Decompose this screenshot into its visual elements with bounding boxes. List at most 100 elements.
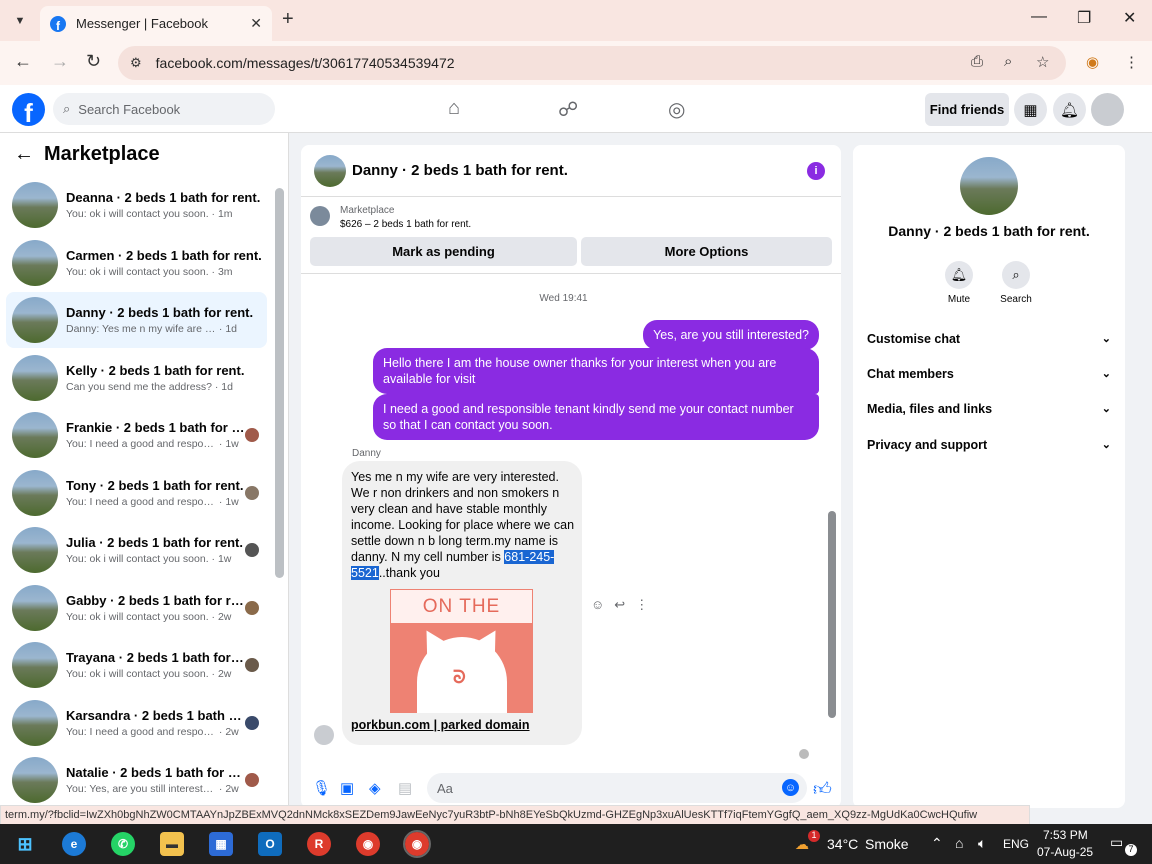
chrome-icon[interactable]: ◉ bbox=[356, 832, 380, 856]
new-tab-icon[interactable]: + bbox=[282, 8, 294, 31]
volume-icon[interactable]: 🔈︎ bbox=[978, 835, 986, 852]
maximize-icon[interactable]: ❐ bbox=[1077, 8, 1091, 28]
clock-time[interactable]: 7:53 PM bbox=[1043, 828, 1088, 842]
menu-grid-icon[interactable]: ▦ bbox=[1014, 93, 1047, 126]
chrome-active-icon[interactable]: ◉ bbox=[403, 830, 431, 858]
link-preview-title[interactable]: porkbun.com | parked domain bbox=[351, 718, 530, 732]
info-icon[interactable]: i bbox=[807, 162, 825, 180]
more-actions-icon[interactable]: ⋮ bbox=[635, 597, 648, 613]
conversation-preview: You: ok i will contact you soon. bbox=[66, 610, 209, 623]
windows-start-icon[interactable]: ⊞ bbox=[13, 832, 37, 856]
facebook-logo-icon[interactable]: f bbox=[12, 93, 45, 126]
whatsapp-icon[interactable]: ✆ bbox=[111, 832, 135, 856]
incoming-message[interactable]: Yes me n my wife are very interested. We… bbox=[342, 461, 582, 745]
conversation-item[interactable]: Danny · 2 beds 1 bath for rent. Danny: Ye… bbox=[6, 292, 267, 348]
photo-icon[interactable]: ▣ bbox=[340, 779, 354, 797]
conversation-item[interactable]: Deanna · 2 beds 1 bath for rent. You: ok … bbox=[6, 177, 267, 233]
listing-title[interactable]: $626 – 2 beds 1 bath for rent. bbox=[340, 219, 471, 230]
store-icon[interactable]: ▦ bbox=[209, 832, 233, 856]
sender-avatar[interactable] bbox=[314, 725, 334, 745]
friends-icon[interactable]: ☍ bbox=[558, 97, 578, 122]
tab-search-icon[interactable]: ▼ bbox=[8, 9, 32, 33]
outgoing-message[interactable]: I need a good and responsible tenant kin… bbox=[373, 394, 819, 440]
chat-title[interactable]: Danny · 2 beds 1 bath for rent. bbox=[352, 162, 568, 179]
sidebar-scrollbar[interactable] bbox=[275, 188, 284, 578]
outlook-icon[interactable]: O bbox=[258, 832, 282, 856]
site-info-icon[interactable]: ⚙ bbox=[130, 55, 142, 71]
conversation-name: Danny · 2 beds 1 bath for rent. bbox=[66, 305, 254, 320]
conversation-item[interactable]: Kelly · 2 beds 1 bath for rent. Can you s… bbox=[6, 350, 267, 406]
minimize-icon[interactable]: — bbox=[1031, 8, 1047, 26]
bookmark-star-icon[interactable]: ☆ bbox=[1036, 53, 1049, 71]
chrome-profile-r-icon[interactable]: R bbox=[307, 832, 331, 856]
back-icon[interactable]: ← bbox=[14, 51, 32, 72]
conversation-preview-row: You: I need a good and respons... · 1w bbox=[66, 438, 245, 450]
notifications-bell-icon[interactable]: 🔔︎ bbox=[1053, 93, 1086, 126]
browser-menu-icon[interactable]: ⋮ bbox=[1124, 53, 1139, 71]
thumbs-up-icon[interactable]: 👍︎ bbox=[813, 778, 832, 800]
weather-temp[interactable]: 34°C bbox=[827, 836, 858, 852]
tab-close-icon[interactable]: ✕ bbox=[250, 15, 262, 32]
edge-icon[interactable]: e bbox=[62, 832, 86, 856]
forward-icon[interactable]: → bbox=[51, 51, 69, 72]
listing-thumbnail[interactable] bbox=[310, 206, 330, 226]
chat-avatar[interactable] bbox=[314, 154, 346, 187]
media-files-links-section[interactable]: Media, files and links ⌄ bbox=[867, 402, 1111, 416]
weather-icon[interactable]: ☁ bbox=[795, 836, 809, 853]
facebook-search-input[interactable]: ⌕ Search Facebook bbox=[53, 93, 275, 125]
conversation-preview: You: Yes, are you still interested? bbox=[66, 783, 216, 795]
details-avatar[interactable] bbox=[960, 157, 1018, 215]
network-icon[interactable]: ⌂ bbox=[955, 835, 963, 851]
search-icon: ⌕ bbox=[63, 101, 71, 116]
react-emoji-icon[interactable]: ☺ bbox=[591, 597, 604, 613]
account-avatar[interactable] bbox=[1091, 93, 1124, 126]
back-arrow-icon[interactable]: ← bbox=[14, 143, 34, 166]
conversation-item[interactable]: Frankie · 2 beds 1 bath for rent. You: I … bbox=[6, 407, 267, 463]
conversation-item[interactable]: Tony · 2 beds 1 bath for rent. You: I nee… bbox=[6, 465, 267, 521]
conversation-item[interactable]: Natalie · 2 beds 1 bath for rent. You: Ye… bbox=[6, 752, 267, 808]
weather-desc[interactable]: Smoke bbox=[865, 836, 909, 852]
zoom-icon[interactable]: ⌕ bbox=[1004, 53, 1012, 70]
reply-icon[interactable]: ↩ bbox=[614, 597, 625, 613]
find-friends-button[interactable]: Find friends bbox=[925, 93, 1009, 126]
privacy-support-section[interactable]: Privacy and support ⌄ bbox=[867, 438, 1111, 452]
notifications-icon[interactable]: ▭ bbox=[1110, 834, 1123, 851]
sticker-icon[interactable]: ◈ bbox=[369, 779, 381, 797]
address-bar[interactable]: ⚙ facebook.com/messages/t/30617740534539… bbox=[118, 46, 1066, 80]
search-in-chat-button[interactable]: ⌕ Search bbox=[986, 261, 1046, 305]
microphone-icon[interactable]: 🎙︎ bbox=[312, 779, 331, 797]
reload-icon[interactable]: ↻ bbox=[86, 51, 101, 72]
conversation-item[interactable]: Carmen · 2 beds 1 bath for rent. You: ok … bbox=[6, 235, 267, 291]
groups-icon[interactable]: ◎ bbox=[668, 97, 685, 122]
gif-icon[interactable]: ▤ bbox=[398, 779, 412, 797]
read-receipt-avatar bbox=[245, 658, 259, 672]
url-text: facebook.com/messages/t/3061774053453947… bbox=[155, 55, 455, 71]
customise-chat-section[interactable]: Customise chat ⌄ bbox=[867, 332, 1111, 346]
more-options-button[interactable]: More Options bbox=[581, 237, 832, 266]
mark-pending-button[interactable]: Mark as pending bbox=[310, 237, 577, 266]
conversation-item[interactable]: Gabby · 2 beds 1 bath for rent. You: ok i… bbox=[6, 580, 267, 636]
clock-date[interactable]: 07-Aug-25 bbox=[1037, 845, 1093, 859]
install-app-icon[interactable]: ⎙ bbox=[971, 53, 983, 70]
outgoing-message[interactable]: Hello there I am the house owner thanks … bbox=[373, 348, 819, 394]
home-icon[interactable]: ⌂ bbox=[448, 97, 460, 120]
outgoing-message[interactable]: Yes, are you still interested? bbox=[643, 320, 819, 350]
link-preview-image[interactable]: ON THE ᘐ bbox=[390, 589, 533, 713]
conversation-item[interactable]: Karsandra · 2 beds 1 bath for ... You: I … bbox=[6, 695, 267, 751]
read-receipt-avatar bbox=[245, 428, 259, 442]
mute-button[interactable]: 🔔︎ Mute bbox=[929, 261, 989, 305]
chat-scrollbar[interactable] bbox=[828, 511, 836, 718]
message-input[interactable]: Aa ☺ bbox=[427, 773, 807, 803]
language-indicator[interactable]: ENG bbox=[1003, 837, 1029, 851]
emoji-icon[interactable]: ☺ bbox=[782, 779, 799, 796]
profile-icon[interactable]: ◉ bbox=[1086, 53, 1099, 71]
conversation-name: Julia · 2 beds 1 bath for rent. bbox=[66, 535, 243, 550]
chat-members-section[interactable]: Chat members ⌄ bbox=[867, 367, 1111, 381]
read-receipt-avatar bbox=[245, 600, 259, 615]
browser-tab[interactable]: f Messenger | Facebook ✕ bbox=[40, 6, 272, 41]
tray-chevron-icon[interactable]: ⌃ bbox=[931, 835, 943, 852]
conversation-item[interactable]: Trayana · 2 beds 1 bath for re... You: ok… bbox=[6, 637, 267, 693]
file-explorer-icon[interactable]: ▬ bbox=[160, 832, 184, 856]
conversation-item[interactable]: Julia · 2 beds 1 bath for rent. You: ok i… bbox=[6, 522, 267, 578]
window-close-icon[interactable]: ✕ bbox=[1123, 8, 1136, 28]
